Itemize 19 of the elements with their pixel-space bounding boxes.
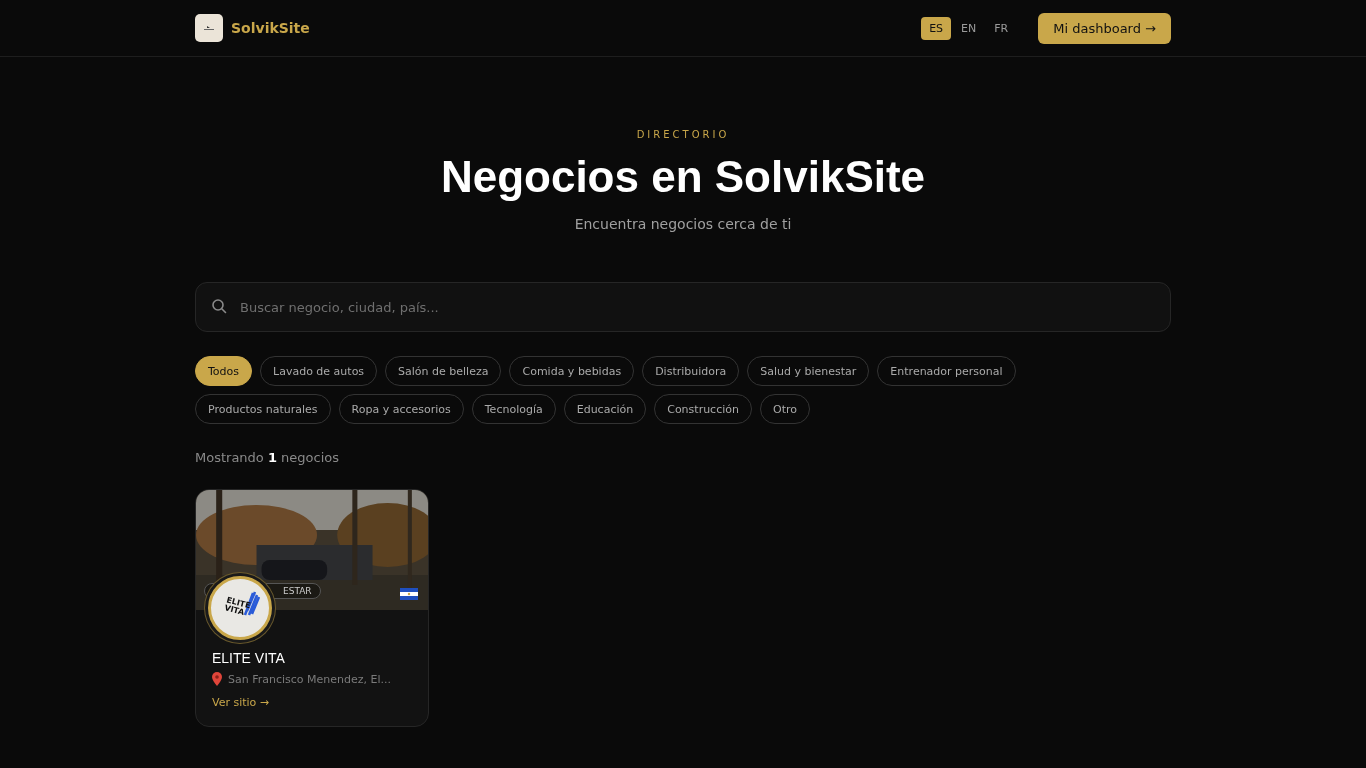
business-logo: ELITE VITA <box>208 576 272 640</box>
language-button[interactable]: ES <box>921 16 952 40</box>
page-subtitle: Encuentra negocios cerca de ti <box>573 216 793 232</box>
category-chip[interactable]: Todos <box>195 356 253 386</box>
result-count: Mostrando 1 negocios <box>195 450 341 465</box>
section-label: DIRECTORIO <box>635 129 731 140</box>
language-button[interactable]: FR <box>986 16 1017 40</box>
pin-icon <box>212 672 222 686</box>
page-title: Negocios en SolvikSite <box>439 152 927 202</box>
language-button[interactable]: EN <box>953 16 985 40</box>
visit-link[interactable]: Ver sitio → <box>212 696 270 709</box>
business-location: San Francisco Menendez, El... <box>228 672 392 686</box>
logo-icon <box>195 14 223 42</box>
search-field[interactable]: Buscar negocio, ciudad, país... <box>195 282 1171 332</box>
business-card[interactable]: ESTAR ELITE VITA ELITE VITA San Francisco Menendez, El... Ver sitio → <box>195 489 429 727</box>
flag-icon <box>400 588 418 600</box>
dashboard-button[interactable]: Mi dashboard → <box>1038 12 1171 44</box>
brand-name[interactable]: SolvikSite <box>231 20 310 36</box>
business-name: ELITE VITA <box>212 650 286 666</box>
